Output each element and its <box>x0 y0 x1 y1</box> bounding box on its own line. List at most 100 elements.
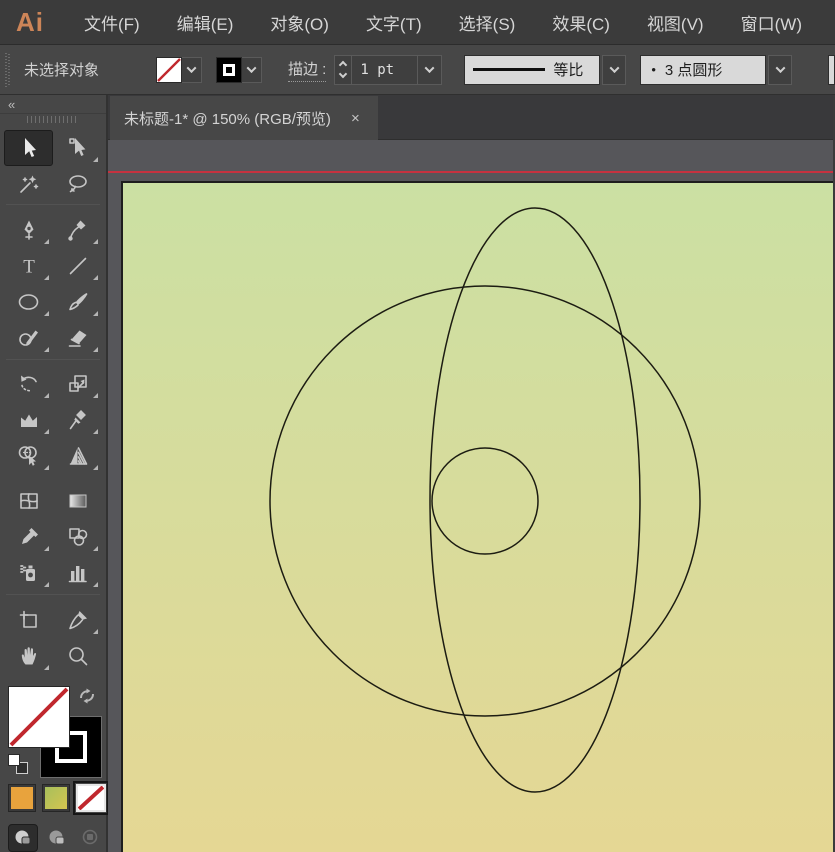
shape-builder-icon <box>17 444 41 468</box>
line-segment-tool[interactable] <box>53 248 102 284</box>
menu-edit[interactable]: 编辑(E) <box>171 6 240 39</box>
stepper-up-icon <box>339 61 347 69</box>
stroke-color-swatch[interactable] <box>216 57 242 83</box>
slice-tool[interactable] <box>53 602 102 638</box>
puppet-warp-tool[interactable] <box>53 402 102 438</box>
width-tool[interactable] <box>4 402 53 438</box>
draw-behind-button[interactable] <box>42 824 72 852</box>
tools-panel: « T <box>0 95 108 852</box>
stroke-weight-label[interactable]: 描边 : <box>288 58 326 82</box>
draw-normal-icon <box>13 829 33 847</box>
stroke-dropdown-button[interactable] <box>242 57 262 83</box>
eraser-tool[interactable] <box>53 320 102 356</box>
default-fill-stroke-icon[interactable] <box>8 754 30 776</box>
menu-effect[interactable]: 效果(C) <box>546 6 616 39</box>
hand-tool[interactable] <box>4 638 53 674</box>
perspective-grid-icon <box>66 444 90 468</box>
ellipse-icon <box>17 290 41 314</box>
none-swatch-button[interactable] <box>76 784 106 812</box>
magnifier-icon <box>66 644 90 668</box>
zoom-tool[interactable] <box>53 638 102 674</box>
brush-dropdown[interactable]: • 3 点圆形 <box>640 55 766 85</box>
hand-icon <box>17 644 41 668</box>
selection-tool[interactable] <box>4 130 53 166</box>
gradient-tool[interactable] <box>53 483 102 519</box>
pen-tool[interactable] <box>4 212 53 248</box>
eraser-icon <box>66 326 90 350</box>
mesh-tool[interactable] <box>4 483 53 519</box>
stroke-ring-icon <box>223 64 235 76</box>
artboard-tool[interactable] <box>4 602 53 638</box>
shaper-tool[interactable] <box>4 320 53 356</box>
menu-select[interactable]: 选择(S) <box>453 6 522 39</box>
fill-proxy-swatch[interactable] <box>8 686 70 748</box>
magic-wand-tool[interactable] <box>4 166 53 202</box>
canvas-workspace[interactable]: 未标题-1* @ 150% (RGB/预览) × <box>108 95 833 852</box>
brush-chevron-button[interactable] <box>768 55 792 85</box>
draw-inside-button[interactable] <box>76 824 106 852</box>
artboard[interactable] <box>121 181 833 852</box>
menu-type[interactable]: 文字(T) <box>360 6 428 39</box>
none-fill-icon <box>9 687 69 747</box>
lasso-tool[interactable] <box>53 166 102 202</box>
toolbar-grip[interactable] <box>0 114 106 125</box>
selection-arrow-icon <box>17 136 41 160</box>
menu-window[interactable]: 窗口(W) <box>735 6 808 39</box>
line-segment-icon <box>66 254 90 278</box>
chevron-down-icon <box>775 63 785 73</box>
blend-tool[interactable] <box>53 519 102 555</box>
menu-bar: Ai 文件(F) 编辑(E) 对象(O) 文字(T) 选择(S) 效果(C) 视… <box>0 0 835 45</box>
scale-tool[interactable] <box>53 366 102 402</box>
chevron-down-icon <box>425 63 435 73</box>
none-icon <box>78 786 104 810</box>
eyedropper-tool[interactable] <box>4 519 53 555</box>
fill-color-swatch[interactable] <box>156 57 182 83</box>
shape-builder-tool[interactable] <box>4 438 53 474</box>
curvature-pen-icon <box>66 218 90 242</box>
svg-text:T: T <box>23 256 35 277</box>
swap-fill-stroke-icon[interactable] <box>78 688 96 704</box>
app-logo: Ai <box>16 7 44 38</box>
artboard-icon <box>17 608 41 632</box>
rotate-tool[interactable] <box>4 366 53 402</box>
menu-object[interactable]: 对象(O) <box>264 6 335 39</box>
document-tab[interactable]: 未标题-1* @ 150% (RGB/预览) × <box>110 96 378 140</box>
paintbrush-tool[interactable] <box>53 284 102 320</box>
collapse-panel-button[interactable]: « <box>0 95 106 114</box>
draw-behind-icon <box>47 829 67 847</box>
brush-preview-dot-icon: • <box>651 62 656 77</box>
blend-icon <box>66 525 90 549</box>
stroke-weight-stepper[interactable] <box>334 55 352 85</box>
fill-dropdown-button[interactable] <box>182 57 202 83</box>
chevron-down-icon <box>187 63 197 73</box>
symbol-sprayer-tool[interactable] <box>4 555 53 591</box>
stroke-weight-dropdown-button[interactable] <box>418 55 442 85</box>
gradient-swatch-button[interactable] <box>42 784 70 812</box>
ellipse-tool[interactable] <box>4 284 53 320</box>
width-profile-value: 等比 <box>553 59 583 80</box>
close-tab-icon[interactable]: × <box>347 108 364 129</box>
pen-nib-icon <box>17 218 41 242</box>
column-graph-tool[interactable] <box>53 555 102 591</box>
stepper-down-icon <box>339 70 347 78</box>
direct-selection-tool[interactable] <box>53 130 102 166</box>
spray-can-icon <box>17 561 41 585</box>
panel-grip[interactable] <box>5 53 10 87</box>
color-swatch-button[interactable] <box>8 784 36 812</box>
width-profile-dropdown[interactable]: 等比 <box>464 55 600 85</box>
width-crown-icon <box>17 408 41 432</box>
column-graph-icon <box>66 561 90 585</box>
perspective-grid-tool[interactable] <box>53 438 102 474</box>
mesh-icon <box>17 489 41 513</box>
menu-file[interactable]: 文件(F) <box>78 6 146 39</box>
draw-normal-button[interactable] <box>8 824 38 852</box>
selection-status: 未选择对象 <box>24 59 142 80</box>
menu-view[interactable]: 视图(V) <box>641 6 710 39</box>
direct-selection-arrow-icon <box>66 136 90 160</box>
clipped-next-control <box>828 55 835 85</box>
type-tool[interactable]: T <box>4 248 53 284</box>
curvature-tool[interactable] <box>53 212 102 248</box>
quick-swatch-row <box>0 776 106 812</box>
width-profile-chevron-button[interactable] <box>602 55 626 85</box>
stroke-weight-input[interactable]: 1 pt <box>352 55 418 85</box>
